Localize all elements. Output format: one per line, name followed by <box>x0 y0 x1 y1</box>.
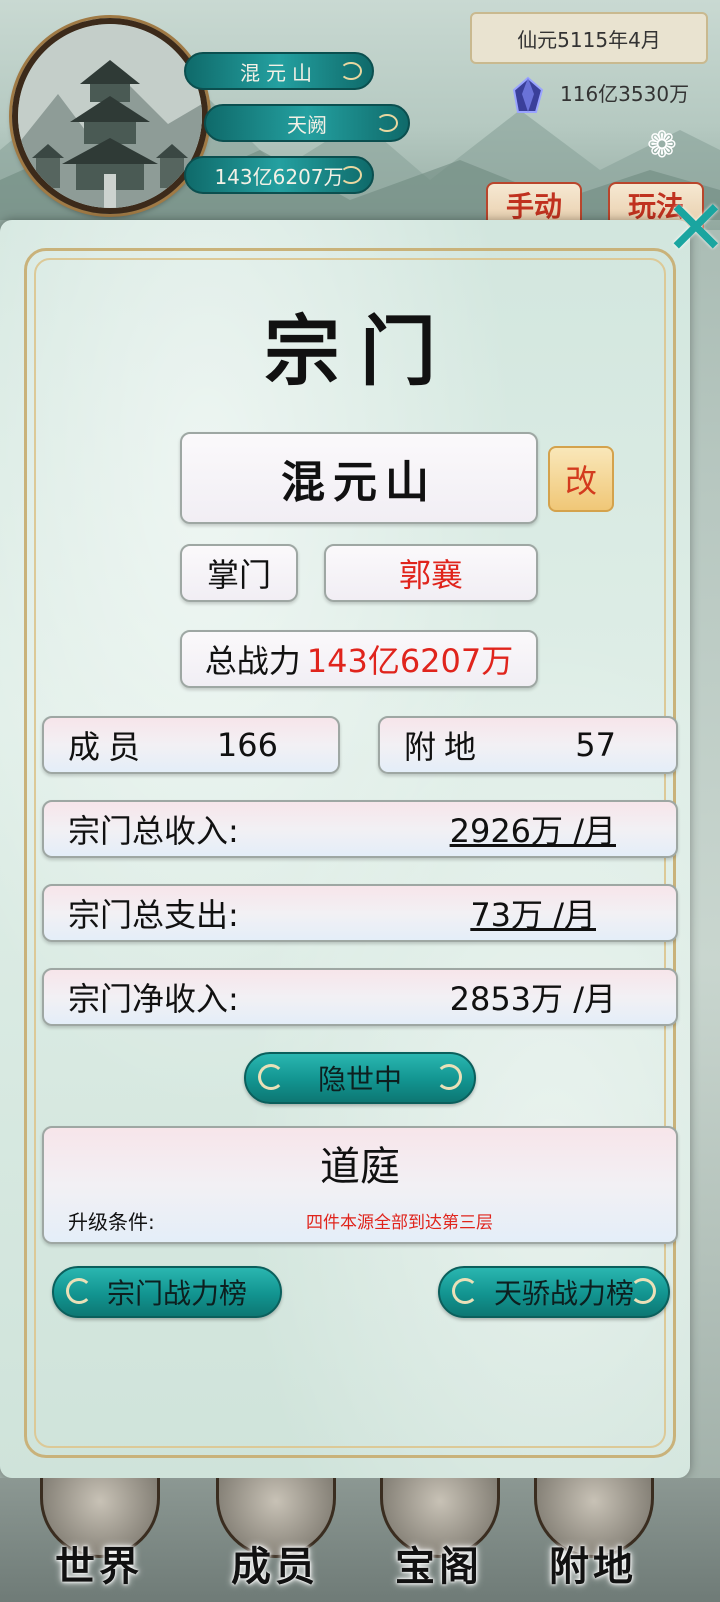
members-label: 成员 <box>68 728 149 766</box>
hud-power-text: 143亿6207万 <box>214 164 344 189</box>
spirit-stones-count: 116亿3530万 <box>560 82 690 106</box>
expense-label: 宗门总支出: <box>68 896 239 934</box>
nav-treasury[interactable]: 宝阁 <box>354 1478 524 1602</box>
expense-value[interactable]: 73万 /月 <box>470 890 596 936</box>
rename-button[interactable]: 改 <box>548 446 614 512</box>
net-income-row: 宗门净收入: 2853万 /月 <box>42 968 678 1026</box>
net-income-value: 2853万 /月 <box>449 980 616 1018</box>
spirit-stone-icon <box>512 76 544 113</box>
cloud-ornament-icon <box>452 1278 478 1304</box>
hud-realm: 天阙 <box>204 104 410 142</box>
settings-gear-icon[interactable]: ❁ <box>640 124 684 168</box>
members-stat[interactable]: 成员 166 <box>42 716 340 774</box>
hud-sect-name-text: 混元山 <box>240 60 318 85</box>
cloud-ornament-icon <box>66 1278 92 1304</box>
lands-stat[interactable]: 附地 57 <box>378 716 678 774</box>
sect-name-text: 混元山 <box>281 457 437 508</box>
leader-label: 掌门 <box>180 544 298 602</box>
nav-world-label: 世界 <box>55 1543 143 1590</box>
tab-manual-label: 手动 <box>505 190 562 223</box>
sect-power-ranking-label: 宗门战力榜 <box>106 1277 247 1310</box>
game-date-text: 仙元5115年4月 <box>517 27 661 52</box>
income-label: 宗门总收入: <box>68 812 239 850</box>
sect-dialog: 宗门 混元山 改 掌门 郭襄 总战力 143亿6207万 成员 166 附地 5… <box>0 220 690 1478</box>
cloud-ornament-icon <box>376 114 398 132</box>
leader-label-text: 掌门 <box>206 556 271 594</box>
sect-power-ranking-button[interactable]: 宗门战力榜 <box>52 1266 282 1318</box>
nav-lands[interactable]: 附地 <box>508 1478 678 1602</box>
talent-power-ranking-button[interactable]: 天骄战力榜 <box>438 1266 670 1318</box>
lands-value: 57 <box>575 726 616 764</box>
total-power: 总战力 143亿6207万 <box>180 630 538 688</box>
nav-members-label: 成员 <box>231 1543 319 1590</box>
nav-world[interactable]: 世界 <box>14 1478 184 1602</box>
leader-name-text: 郭襄 <box>398 556 463 594</box>
tier-name: 道庭 <box>320 1144 400 1190</box>
talent-power-ranking-label: 天骄战力榜 <box>493 1277 634 1310</box>
rename-label: 改 <box>564 462 597 500</box>
upgrade-condition-text: 四件本源全部到达第三层 <box>306 1213 493 1233</box>
bottom-nav: 世界 成员 宝阁 附地 <box>0 1478 720 1602</box>
game-date: 仙元5115年4月 <box>470 12 708 64</box>
sect-emblem[interactable] <box>12 18 208 214</box>
members-value: 166 <box>216 726 278 764</box>
cloud-ornament-icon <box>258 1064 284 1090</box>
total-power-value: 143亿6207万 <box>306 642 514 680</box>
expense-row: 宗门总支出: 73万 /月 <box>42 884 678 942</box>
sect-tier-panel: 道庭 升级条件: 四件本源全部到达第三层 <box>42 1126 678 1244</box>
hud-realm-text: 天阙 <box>287 112 327 137</box>
cloud-ornament-icon <box>340 166 362 184</box>
upgrade-condition-label: 升级条件: <box>68 1210 155 1234</box>
close-icon[interactable]: ✕ <box>664 188 720 268</box>
hud-sect-name: 混元山 <box>184 52 374 90</box>
seclusion-label: 隐世中 <box>317 1063 402 1096</box>
nav-treasury-label: 宝阁 <box>395 1543 483 1590</box>
cloud-ornament-icon <box>630 1278 656 1304</box>
nav-members[interactable]: 成员 <box>190 1478 360 1602</box>
total-power-label: 总战力 <box>204 642 301 680</box>
top-hud: 混元山 天阙 143亿6207万 仙元5115年4月 116亿3530万 ❁ 手… <box>0 0 720 230</box>
hud-power: 143亿6207万 <box>184 156 374 194</box>
dialog-title: 宗门 <box>264 307 456 396</box>
seclusion-button[interactable]: 隐世中 <box>244 1052 476 1104</box>
lands-label: 附地 <box>404 728 485 766</box>
net-income-label: 宗门净收入: <box>68 980 239 1018</box>
sect-name-field: 混元山 <box>180 432 538 524</box>
income-row: 宗门总收入: 2926万 /月 <box>42 800 678 858</box>
nav-lands-label: 附地 <box>549 1543 637 1590</box>
income-value[interactable]: 2926万 /月 <box>450 806 616 852</box>
leader-name[interactable]: 郭襄 <box>324 544 538 602</box>
cloud-ornament-icon <box>340 62 362 80</box>
pagoda-icon <box>18 24 202 208</box>
cloud-ornament-icon <box>436 1064 462 1090</box>
